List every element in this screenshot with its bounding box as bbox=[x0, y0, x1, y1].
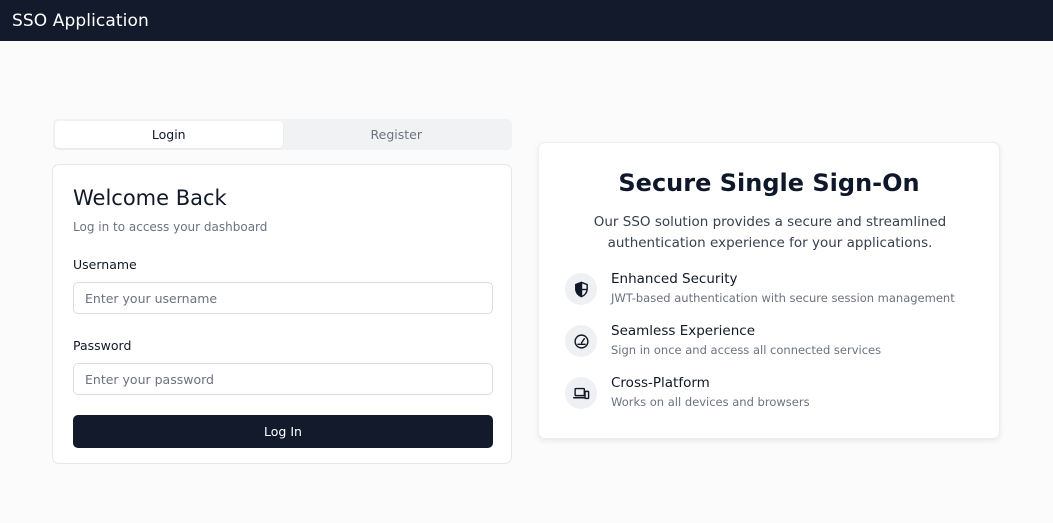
feature-seamless-experience: Seamless Experience Sign in once and acc… bbox=[565, 323, 985, 363]
password-input[interactable] bbox=[73, 363, 493, 395]
login-button[interactable]: Log In bbox=[73, 415, 493, 448]
login-card: Welcome Back Log in to access your dashb… bbox=[52, 164, 512, 464]
feature-title: Cross-Platform bbox=[611, 375, 710, 391]
tab-register[interactable]: Register bbox=[283, 121, 511, 148]
auth-tabs: Login Register bbox=[53, 119, 512, 150]
username-input[interactable] bbox=[73, 282, 493, 314]
info-title: Secure Single Sign-On bbox=[618, 169, 920, 197]
app-title: SSO Application bbox=[12, 10, 149, 31]
feature-cross-platform: Cross-Platform Works on all devices and … bbox=[565, 375, 985, 415]
sso-info-card: Secure Single Sign-On Our SSO solution p… bbox=[538, 142, 1000, 439]
feature-enhanced-security: Enhanced Security JWT-based authenticati… bbox=[565, 271, 985, 311]
feature-description: Works on all devices and browsers bbox=[611, 395, 810, 409]
feature-description: JWT-based authentication with secure ses… bbox=[611, 291, 955, 305]
username-label: Username bbox=[73, 257, 137, 272]
feature-description: Sign in once and access all connected se… bbox=[611, 343, 882, 357]
gauge-icon bbox=[565, 325, 597, 357]
feature-title: Enhanced Security bbox=[611, 271, 738, 287]
login-title: Welcome Back bbox=[73, 186, 227, 210]
info-description: Our SSO solution provides a secure and s… bbox=[593, 214, 947, 251]
devices-icon bbox=[565, 377, 597, 409]
feature-title: Seamless Experience bbox=[611, 323, 755, 339]
shield-icon bbox=[565, 273, 597, 305]
login-subtitle: Log in to access your dashboard bbox=[73, 220, 268, 234]
password-label: Password bbox=[73, 338, 132, 353]
tab-login[interactable]: Login bbox=[55, 121, 283, 148]
top-nav-bar: SSO Application bbox=[0, 0, 1053, 41]
